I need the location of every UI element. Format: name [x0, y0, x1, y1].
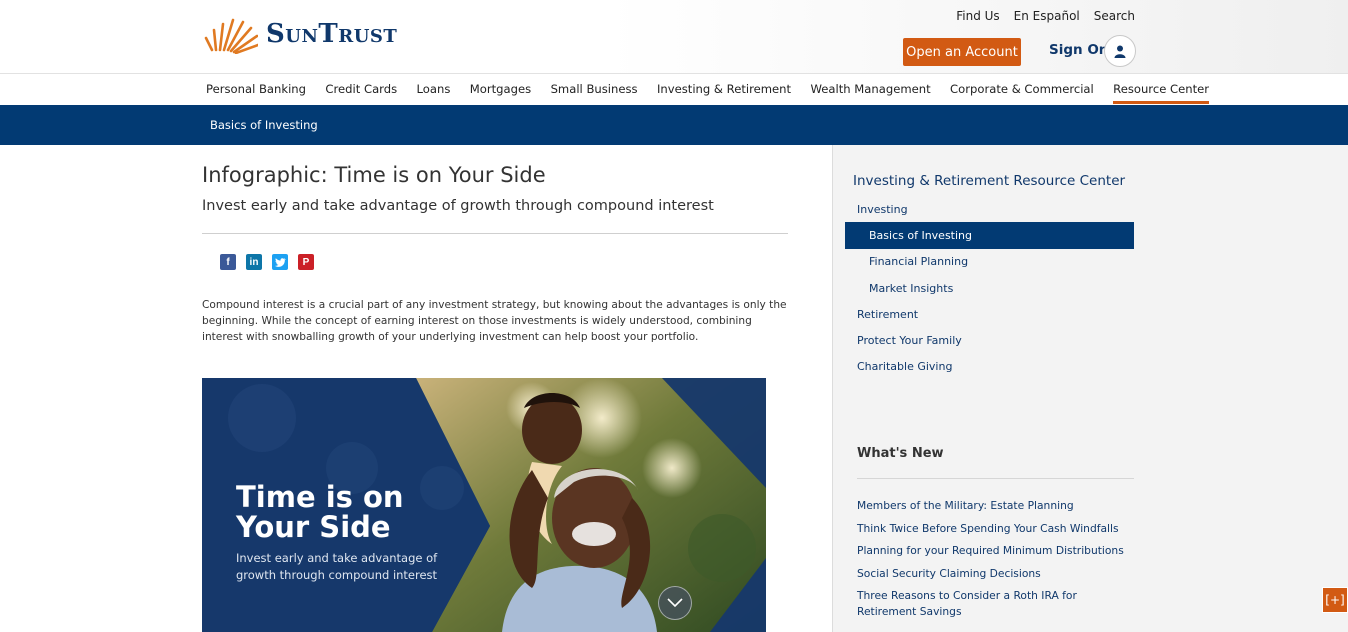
infographic-hero-image: Time is on Your Side Invest early and ta… [202, 378, 766, 632]
suntrust-logo[interactable]: SunTrust [204, 14, 397, 54]
twitter-icon[interactable] [272, 254, 288, 270]
page-title: Infographic: Time is on Your Side [202, 163, 546, 187]
linkedin-icon[interactable]: in [246, 254, 262, 270]
sidebar-nav: Investing Basics of Investing Financial … [845, 196, 1134, 380]
chevron-down-icon [667, 598, 683, 608]
sidebar-item-retirement[interactable]: Retirement [845, 301, 1134, 327]
whats-new-link[interactable]: Members of the Military: Estate Planning [857, 498, 1137, 514]
whats-new-divider [857, 478, 1134, 479]
pinterest-icon[interactable]: P [298, 254, 314, 270]
whats-new-heading: What's New [857, 446, 944, 461]
whats-new-link[interactable]: Planning for your Required Minimum Distr… [857, 543, 1137, 559]
facebook-icon[interactable]: f [220, 254, 236, 270]
divider [202, 233, 788, 234]
hero-subheading: Invest early and take advantage of growt… [236, 550, 437, 584]
sidebar-item-financial-planning[interactable]: Financial Planning [845, 249, 1134, 275]
nav-mortgages[interactable]: Mortgages [470, 82, 531, 104]
sidebar-item-market-insights[interactable]: Market Insights [845, 275, 1134, 301]
whats-new-link[interactable]: Think Twice Before Spending Your Cash Wi… [857, 521, 1137, 537]
hero-heading-line-2: Your Side [236, 510, 391, 544]
hero-heading-line-1: Time is on [236, 480, 404, 514]
header: SunTrust Find Us En Español Search Open … [0, 0, 1348, 73]
nav-resource-center[interactable]: Resource Center [1113, 82, 1210, 104]
main-navigation: Personal Banking Credit Cards Loans Mort… [0, 73, 1348, 105]
sunburst-logo-icon [204, 18, 258, 54]
scroll-down-button[interactable] [658, 586, 692, 620]
sidebar-item-investing[interactable]: Investing [845, 196, 1134, 222]
nav-loans[interactable]: Loans [417, 82, 451, 104]
sub-navigation-bar: Basics of Investing [0, 105, 1348, 145]
sidebar-item-protect-your-family[interactable]: Protect Your Family [845, 327, 1134, 353]
nav-corporate-commercial[interactable]: Corporate & Commercial [950, 82, 1094, 104]
logo-text: SunTrust [266, 19, 398, 49]
sidebar-title[interactable]: Investing & Retirement Resource Center [853, 173, 1125, 189]
article-body: Compound interest is a crucial part of a… [202, 299, 787, 343]
social-share-bar: f in P [220, 254, 314, 270]
nav-credit-cards[interactable]: Credit Cards [325, 82, 397, 104]
open-account-button[interactable]: Open an Account [903, 38, 1021, 66]
nav-wealth-management[interactable]: Wealth Management [810, 82, 930, 104]
nav-personal-banking[interactable]: Personal Banking [206, 82, 306, 104]
whats-new-link[interactable]: Three Reasons to Consider a Roth IRA for… [857, 588, 1137, 620]
nav-investing-retirement[interactable]: Investing & Retirement [657, 82, 791, 104]
hero-subheading-line-2: growth through compound interest [236, 568, 438, 582]
whats-new-link[interactable]: Social Security Claiming Decisions [857, 566, 1137, 582]
user-icon [1114, 45, 1126, 58]
sidebar-item-charitable-giving[interactable]: Charitable Giving [845, 354, 1134, 380]
en-espanol-link[interactable]: En Español [1014, 9, 1080, 23]
hero-heading: Time is on Your Side [236, 482, 404, 542]
utility-links: Find Us En Español Search [956, 9, 1135, 23]
subnav-basics-of-investing[interactable]: Basics of Investing [210, 118, 318, 132]
sidebar: Investing & Retirement Resource Center I… [832, 145, 1348, 632]
feedback-button[interactable]: [+] [1322, 587, 1348, 613]
sidebar-item-basics-of-investing[interactable]: Basics of Investing [845, 222, 1134, 249]
find-us-link[interactable]: Find Us [956, 9, 999, 23]
whats-new-list: Members of the Military: Estate Planning… [857, 498, 1137, 627]
sign-on-link[interactable]: Sign On [1049, 42, 1108, 58]
user-account-button[interactable] [1104, 35, 1136, 67]
search-link[interactable]: Search [1094, 9, 1135, 23]
hero-subheading-line-1: Invest early and take advantage of [236, 551, 438, 565]
page-subtitle: Invest early and take advantage of growt… [202, 198, 714, 214]
nav-small-business[interactable]: Small Business [551, 82, 638, 104]
